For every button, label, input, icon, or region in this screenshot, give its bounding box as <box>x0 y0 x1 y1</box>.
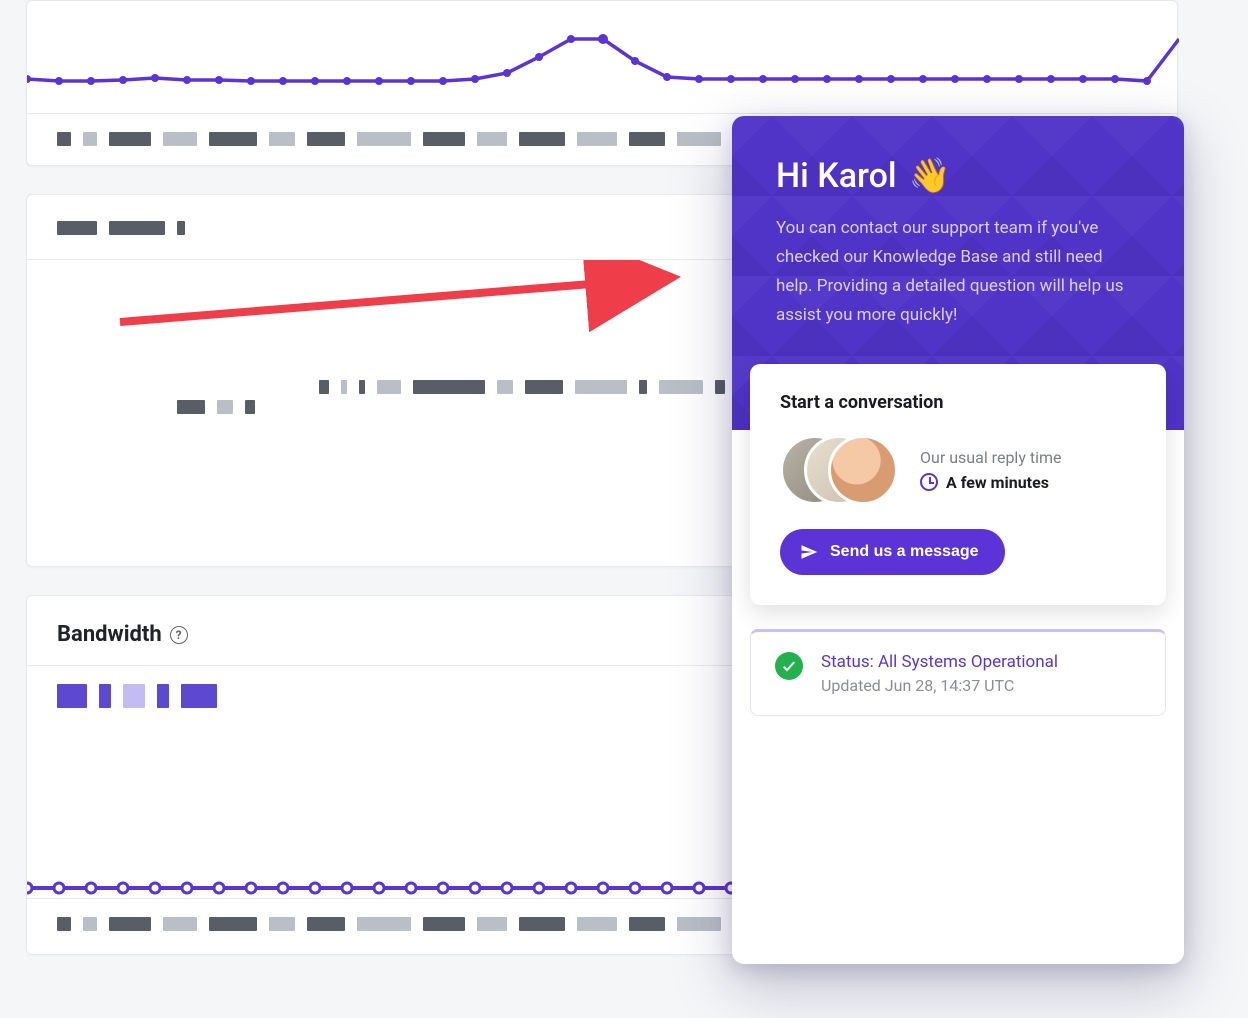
bandwidth-title: Bandwidth <box>57 622 162 647</box>
send-message-label: Send us a message <box>830 543 979 561</box>
support-greeting-text: Hi Karol <box>776 156 897 196</box>
traffic-sparkline <box>27 31 1179 116</box>
status-updated: Updated Jun 28, 14:37 UTC <box>821 676 1058 695</box>
avatar <box>828 435 898 505</box>
send-message-button[interactable]: Send us a message <box>780 529 1005 575</box>
reply-time-label: Our usual reply time <box>920 448 1062 467</box>
status-card[interactable]: Status: All Systems Operational Updated … <box>750 629 1166 716</box>
help-icon[interactable]: ? <box>170 626 188 644</box>
support-widget: Hi Karol 👋 You can contact our support t… <box>732 116 1184 964</box>
agent-avatars <box>780 435 898 505</box>
support-greeting: Hi Karol 👋 <box>776 156 1140 196</box>
start-conversation-card: Start a conversation Our usual reply tim… <box>750 364 1166 605</box>
reply-time-row: Our usual reply time A few minutes <box>780 435 1136 505</box>
check-circle-icon <box>775 652 803 680</box>
start-conversation-title: Start a conversation <box>780 392 1136 413</box>
send-icon <box>800 543 818 561</box>
clock-icon <box>920 473 938 491</box>
status-title: Status: All Systems Operational <box>821 652 1058 672</box>
wave-icon: 👋 <box>909 156 951 196</box>
reply-time-text: A few minutes <box>946 473 1049 492</box>
support-intro: You can contact our support team if you'… <box>776 214 1140 330</box>
reply-time-value: A few minutes <box>920 473 1062 492</box>
